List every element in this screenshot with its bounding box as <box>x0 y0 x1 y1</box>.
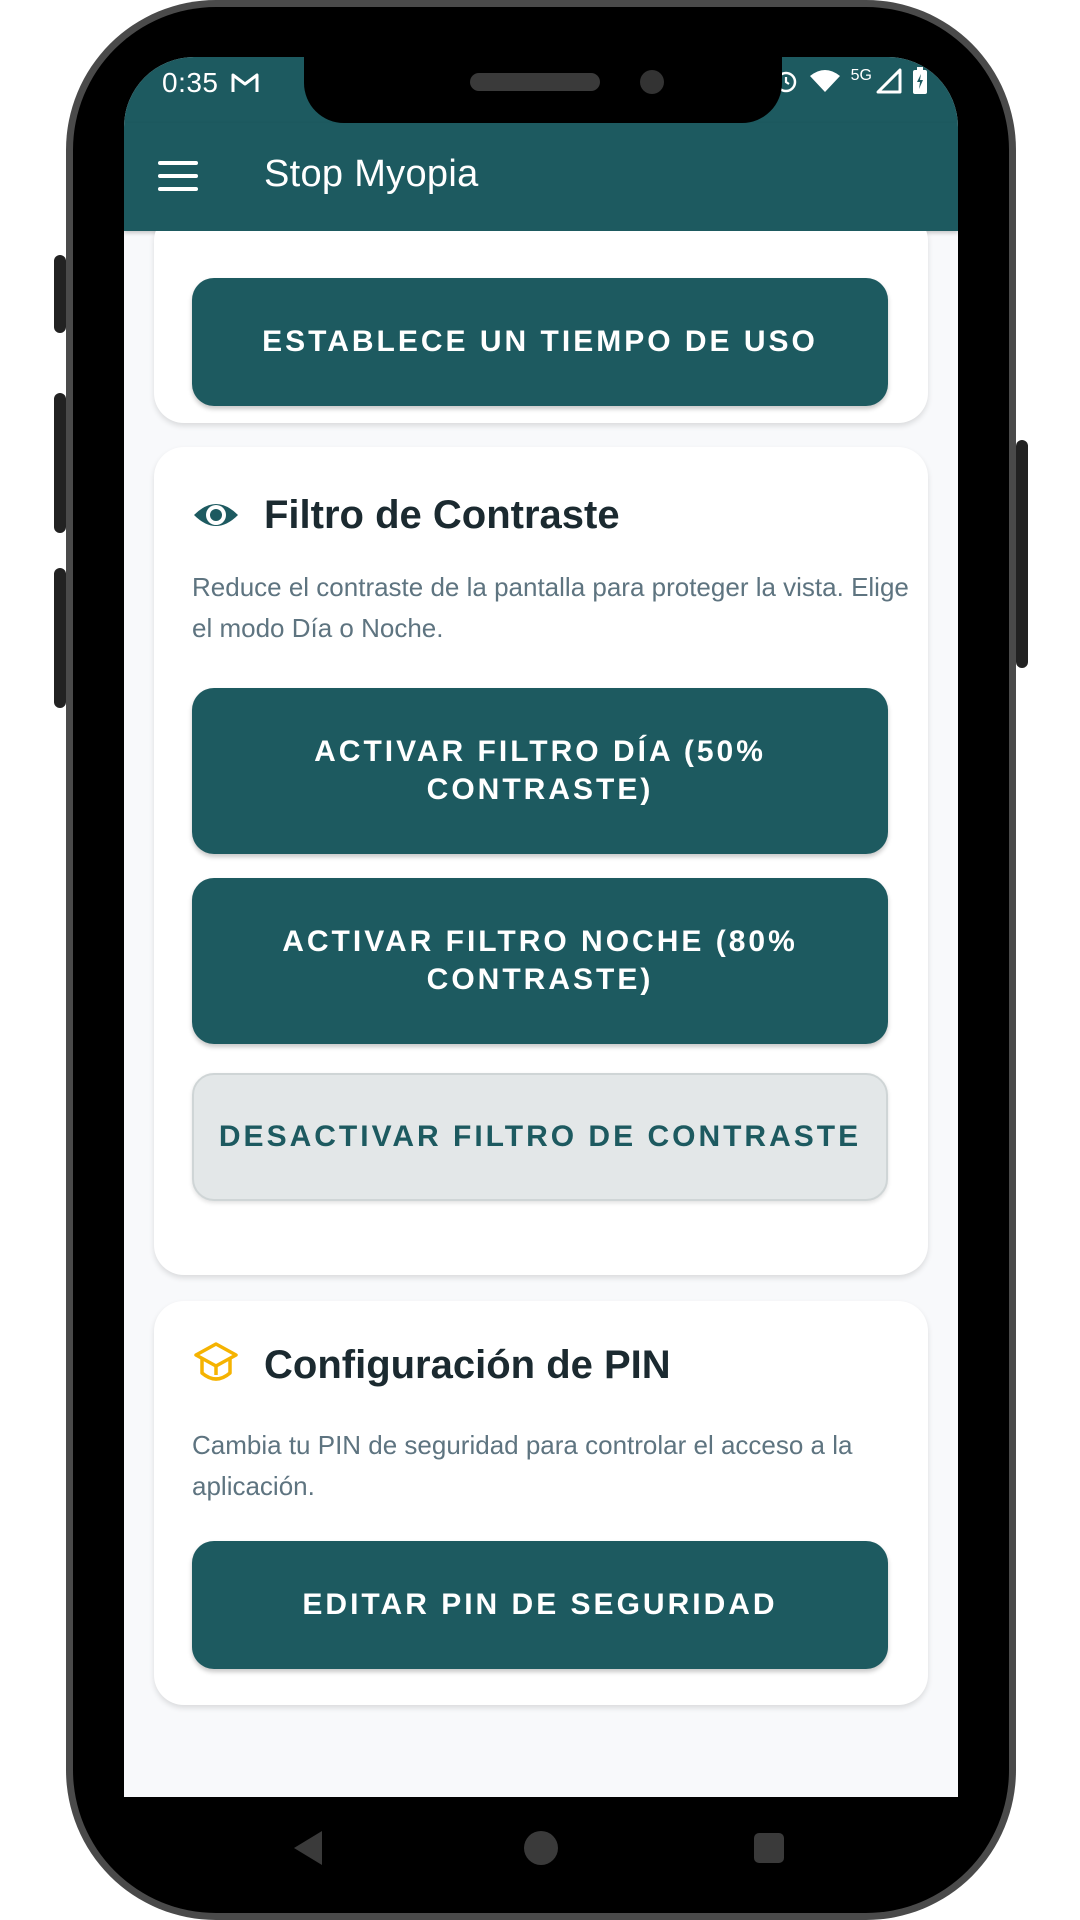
contrast-filter-title: Filtro de Contraste <box>264 492 620 537</box>
app-title: Stop Myopia <box>264 153 479 195</box>
edit-pin-button[interactable]: EDITAR PIN DE SEGURIDAD <box>192 1541 888 1669</box>
pin-settings-description: Cambia tu PIN de seguridad para controla… <box>192 1430 853 1501</box>
pin-settings-title: Configuración de PIN <box>264 1342 671 1387</box>
status-time: 0:35 <box>162 67 219 98</box>
menu-icon[interactable] <box>158 161 198 191</box>
side-button-left-bottom <box>54 568 66 708</box>
side-button-left-middle <box>54 393 66 533</box>
side-button-left-top <box>54 255 66 333</box>
eye-icon <box>194 504 238 526</box>
shield-icon <box>194 1342 238 1381</box>
contrast-filter-header: Filtro de Contraste <box>192 491 620 539</box>
navigation-bar <box>124 1797 958 1897</box>
side-button-right <box>1016 440 1028 668</box>
battery-icon <box>913 67 927 94</box>
network-type: 5G <box>850 67 872 84</box>
pin-settings-header: Configuración de PIN <box>192 1341 671 1389</box>
usage-time-card: ESTABLECE UN TIEMPO DE USO <box>154 231 928 423</box>
back-icon[interactable] <box>294 1831 322 1865</box>
contrast-filter-card: Filtro de Contraste Reduce el contraste … <box>154 447 928 1275</box>
status-bar: 0:35 5G <box>124 57 958 123</box>
phone-screen: 0:35 5G Stop Myopia ESTABLECE UN TIEMPO … <box>124 57 958 1797</box>
settings-content[interactable]: ESTABLECE UN TIEMPO DE USO Filtro de Con… <box>124 231 958 1797</box>
camera-notch <box>304 57 782 123</box>
contrast-filter-description: Reduce el contraste de la pantalla para … <box>192 572 909 643</box>
set-usage-time-button[interactable]: ESTABLECE UN TIEMPO DE USO <box>192 278 888 406</box>
home-icon[interactable] <box>524 1831 558 1865</box>
front-camera <box>640 70 664 94</box>
wifi-icon <box>809 70 840 92</box>
app-bar: Stop Myopia <box>124 123 958 231</box>
signal-icon <box>876 68 902 94</box>
disable-contrast-filter-button[interactable]: DESACTIVAR FILTRO DE CONTRASTE <box>192 1073 888 1201</box>
status-icons: 5G <box>773 67 928 95</box>
recent-apps-icon[interactable] <box>754 1833 784 1863</box>
activate-day-filter-button[interactable]: ACTIVAR FILTRO DÍA (50% CONTRASTE) <box>192 688 888 854</box>
pin-settings-card: Configuración de PIN Cambia tu PIN de se… <box>154 1301 928 1705</box>
gmail-icon <box>231 73 259 92</box>
activate-night-filter-button[interactable]: ACTIVAR FILTRO NOCHE (80% CONTRASTE) <box>192 878 888 1044</box>
speaker-grille <box>470 73 600 91</box>
